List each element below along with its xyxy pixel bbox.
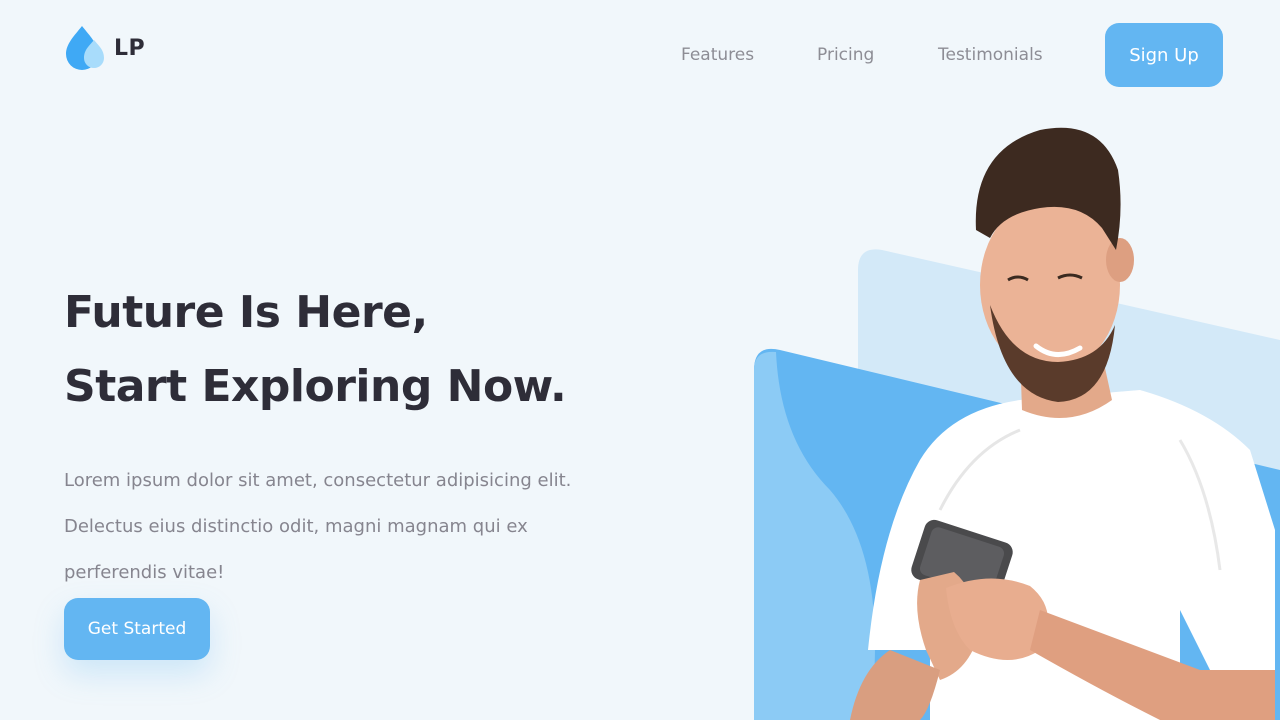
get-started-button[interactable]: Get Started xyxy=(64,598,210,660)
hero-illustration xyxy=(754,127,1280,720)
nav-link-testimonials[interactable]: Testimonials xyxy=(938,23,1043,87)
main-nav: Features Pricing Testimonials Sign Up xyxy=(0,23,1280,87)
signup-button[interactable]: Sign Up xyxy=(1105,23,1223,87)
hero-title: Future Is Here, Start Exploring Now. xyxy=(64,276,567,424)
nav-link-features[interactable]: Features xyxy=(681,23,754,87)
nav-link-pricing[interactable]: Pricing xyxy=(817,23,874,87)
hero-title-line-2: Start Exploring Now. xyxy=(64,361,567,412)
hero-title-line-1: Future Is Here, xyxy=(64,287,428,338)
hero-description: Lorem ipsum dolor sit amet, consectetur … xyxy=(64,470,572,583)
